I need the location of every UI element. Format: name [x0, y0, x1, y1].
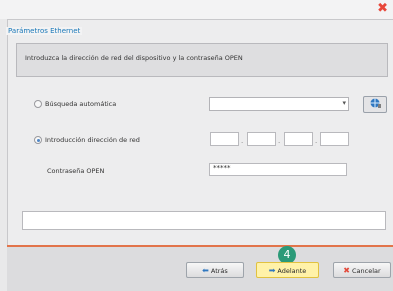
next-label: Adelante — [277, 267, 307, 275]
ip-separator: . — [278, 137, 281, 145]
ip-octet-1[interactable] — [210, 132, 239, 146]
cancel-label: Cancelar — [352, 267, 381, 275]
ip-octet-2[interactable] — [247, 132, 276, 146]
section-legend: Parámetros Ethernet — [6, 27, 83, 35]
manual-address-radio[interactable] — [34, 136, 42, 144]
network-search-button[interactable] — [363, 96, 387, 113]
title-bar — [0, 0, 393, 19]
network-search-icon — [370, 98, 381, 108]
arrow-right-icon: ➡ — [268, 266, 276, 275]
ip-separator: . — [241, 137, 244, 145]
ip-separator: . — [315, 137, 318, 145]
close-icon[interactable]: ✖ — [377, 2, 388, 15]
cancel-icon: ✖ — [343, 266, 350, 275]
auto-search-label: Búsqueda automática — [45, 100, 117, 108]
status-box — [22, 211, 386, 230]
back-label: Atrás — [210, 267, 228, 275]
back-button[interactable]: ⬅ Atrás — [186, 262, 244, 278]
device-dropdown[interactable]: ▾ — [209, 97, 349, 111]
auto-search-radio[interactable] — [34, 100, 42, 108]
next-button[interactable]: ➡ Adelante — [256, 262, 319, 278]
password-input[interactable]: ***** — [209, 163, 347, 176]
chevron-down-icon: ▾ — [342, 99, 346, 107]
cancel-button[interactable]: ✖ Cancelar — [333, 262, 391, 278]
manual-address-label: Introducción dirección de red — [45, 136, 140, 144]
password-label: Contraseña OPEN — [47, 167, 105, 175]
arrow-left-icon: ⬅ — [202, 266, 209, 275]
ip-octet-3[interactable] — [284, 132, 313, 146]
intro-text: Introduzca la dirección de red del dispo… — [25, 54, 243, 62]
ip-octet-4[interactable] — [320, 132, 349, 146]
